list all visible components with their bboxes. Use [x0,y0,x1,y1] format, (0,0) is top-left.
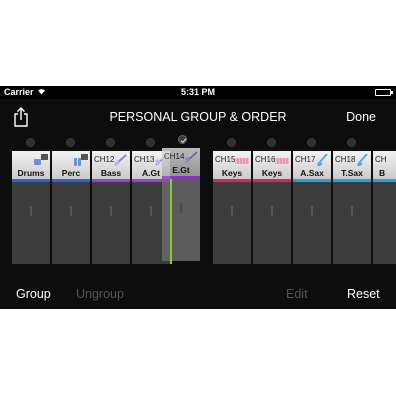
channel-number: CH17 [295,155,316,164]
channel-name: Keys [261,168,283,178]
drag-handle[interactable] [150,206,152,216]
channel-number: CH16 [255,155,276,164]
channel-body [52,182,90,264]
channel-select-indicator[interactable] [227,138,236,147]
channel-name: Perc [61,168,81,178]
channel-strip-t-sax[interactable]: CH18 T.Sax [333,151,371,264]
drums-icon [34,153,48,165]
saxophone-icon [355,153,369,167]
channel-body [253,182,291,264]
channel-number: CH15 [215,155,236,164]
channel-name: A.Sax [300,168,324,178]
channel-select-indicator[interactable] [146,138,155,147]
edit-button[interactable]: Edit [286,287,308,301]
app-screen: Carrier 5:31 PM PERSONAL GROUP & ORDER D… [0,86,396,309]
channel-number: CH18 [335,155,356,164]
channel-name: B [379,168,386,178]
channel-header: CH B [373,151,396,181]
drop-position-indicator [170,179,172,264]
channel-select-indicator[interactable] [347,138,356,147]
channel-body [373,182,396,264]
done-button[interactable]: Done [346,110,376,124]
channel-name: Keys [221,168,243,178]
channel-body [92,182,130,264]
channel-number: CH [375,155,387,164]
channel-name: E.Gt [172,165,190,175]
bass-guitar-icon [114,153,128,166]
status-time: 5:31 PM [180,87,215,97]
channel-strip-keys-2[interactable]: CH16 Keys [253,151,291,264]
status-bar: Carrier 5:31 PM [0,86,396,99]
saxophone-icon [315,153,329,167]
channel-name: T.Sax [341,168,363,178]
channel-select-indicator[interactable] [307,138,316,147]
keyboard-icon [235,153,249,165]
channel-body [162,179,200,261]
checkmark-icon[interactable] [178,135,187,144]
drag-handle[interactable] [351,206,353,216]
channel-body [12,182,50,264]
channel-strip-keys[interactable]: CH15 Keys [213,151,251,264]
channel-header: CH15 Keys [213,151,251,181]
channel-strip-drums[interactable]: Drums [12,151,50,264]
channel-header: CH17 A.Sax [293,151,331,181]
channel-strip-a-sax[interactable]: CH17 A.Sax [293,151,331,264]
channel-header: Perc [52,151,90,181]
percussion-icon [74,153,88,166]
channel-number: CH12 [94,155,115,164]
reset-button[interactable]: Reset [347,287,380,301]
channel-select-indicator[interactable] [106,138,115,147]
channel-header: Drums [12,151,50,181]
battery-icon [375,89,393,96]
electric-guitar-icon [184,150,198,163]
channel-select-indicator[interactable] [26,138,35,147]
drag-handle[interactable] [180,203,182,213]
channel-header: CH14 E.Gt [162,148,200,178]
channel-header: CH12 Bass [92,151,130,181]
navigation-bar: PERSONAL GROUP & ORDER Done [0,99,396,135]
drag-handle[interactable] [271,206,273,216]
channel-strip-partial[interactable]: CH B [373,151,396,264]
channel-select-indicator[interactable] [267,138,276,147]
channel-name: Drums [17,168,45,178]
channel-strip-bass[interactable]: CH12 Bass [92,151,130,264]
channel-strip-perc[interactable]: Perc [52,151,90,264]
channel-body [293,182,331,264]
channel-number: CH13 [134,155,155,164]
channel-name: Bass [100,168,122,178]
drag-handle[interactable] [231,206,233,216]
channel-body [333,182,371,264]
keyboard-icon [275,153,289,165]
channel-strip-e-gt[interactable]: CH14 E.Gt [162,148,200,261]
group-button[interactable]: Group [16,287,51,301]
channel-select-indicator[interactable] [66,138,75,147]
channel-header: CH18 T.Sax [333,151,371,181]
drag-handle[interactable] [70,206,72,216]
channel-body [213,182,251,264]
page-title: PERSONAL GROUP & ORDER [109,110,287,124]
channel-number: CH14 [164,152,185,161]
channel-header: CH16 Keys [253,151,291,181]
drag-handle[interactable] [311,206,313,216]
drag-handle[interactable] [30,206,32,216]
ungroup-button[interactable]: Ungroup [76,287,124,301]
drag-handle[interactable] [110,206,112,216]
